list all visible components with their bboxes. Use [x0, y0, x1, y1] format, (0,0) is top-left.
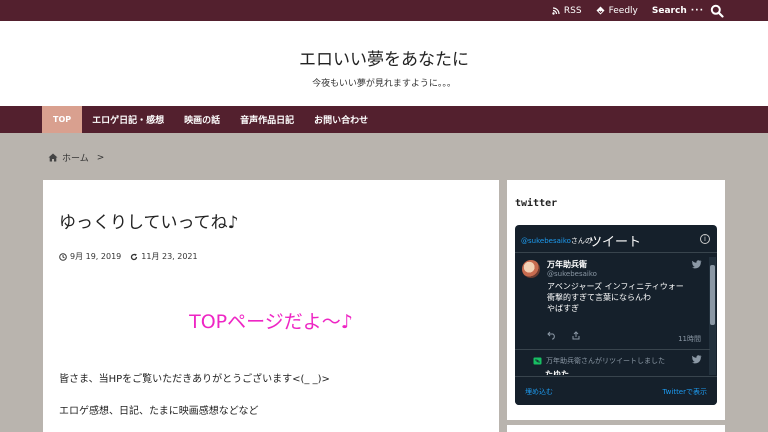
twitter-header: @sukebesaikoさんの ツイート i [515, 225, 717, 253]
reply-icon[interactable] [547, 331, 557, 340]
retweet-icon [533, 357, 542, 365]
embed-link[interactable]: 埋め込む [525, 387, 553, 397]
search-button[interactable] [710, 3, 724, 18]
nav-item-movies[interactable]: 映画の話 [174, 106, 230, 133]
updated-date-text: 11月 23, 2021 [141, 252, 198, 261]
tweet-time[interactable]: 11時間 [678, 334, 701, 344]
twitter-timeline[interactable]: @sukebesaikoさんの ツイート i 万年助兵衛 @sukebesaik… [515, 225, 717, 405]
breadcrumb-home[interactable]: ホーム [62, 151, 89, 164]
clock-icon [59, 252, 67, 261]
tweet-line-2: 衝撃的すぎて言葉にならんわ [547, 293, 651, 302]
timeline-scrollbar-thumb[interactable] [710, 265, 715, 325]
tweet-author-handle[interactable]: @sukebesaiko [547, 270, 597, 278]
rss-label: RSS [563, 5, 582, 16]
tweet-text: アベンジャーズ インフィニティウォー 衝撃的すぎて言葉にならんわ やばすぎ [547, 281, 697, 314]
next-tweet-author[interactable]: たゆた [545, 369, 569, 375]
published-date: 9月 19, 2019 [59, 251, 121, 262]
search-icon [710, 4, 724, 18]
site-tagline: 今夜もいい夢が見れますように。。。 [312, 79, 456, 89]
twitter-bird-icon[interactable] [692, 260, 702, 269]
home-icon [48, 153, 58, 162]
feedly-label: Feedly [608, 5, 638, 16]
twitter-header-handle[interactable]: @sukebesaikoさんの [521, 236, 592, 246]
tweet-actions [547, 331, 581, 340]
published-date-text: 9月 19, 2019 [70, 252, 122, 261]
main-nav: TOP エロゲ日記・感想 映画の話 音声作品日記 お問い合わせ [0, 106, 768, 133]
tweet-line-3: やばすぎ [547, 304, 579, 313]
search-label: Search [651, 5, 687, 16]
view-on-twitter-link[interactable]: Twitterで表示 [663, 387, 707, 397]
share-icon[interactable] [571, 331, 581, 340]
top-bar: RSS Feedly Search ··· [0, 0, 768, 21]
tweet-line-1: アベンジャーズ インフィニティウォー [547, 282, 684, 291]
info-icon[interactable]: i [700, 234, 710, 244]
sidebar-title: twitter [515, 198, 558, 209]
content-paragraph: エロゲ感想、日記、たまに映画感想などなど [59, 406, 259, 417]
feedly-icon [596, 6, 605, 15]
nav-item-audio[interactable]: 音声作品日記 [230, 106, 304, 133]
refresh-icon [131, 253, 138, 260]
top-bar-links: RSS Feedly Search ··· [552, 0, 704, 21]
twitter-footer: 埋め込む Twitterで表示 [515, 376, 717, 405]
sidebar-widget-2 [507, 425, 725, 432]
post-title: ゆっくりしていってね♪ [59, 213, 239, 233]
site-header: エロいい夢をあなたに 今夜もいい夢が見れますように。。。 [0, 21, 768, 106]
avatar[interactable] [522, 260, 540, 278]
rss-icon [552, 6, 560, 15]
site-title[interactable]: エロいい夢をあなたに [0, 45, 768, 70]
search-toggle[interactable]: Search ··· [652, 6, 704, 16]
nav-item-top[interactable]: TOP [42, 106, 83, 133]
tweet-author-name[interactable]: 万年助兵衛 [547, 259, 587, 270]
tweet-divider [515, 349, 710, 350]
rss-link[interactable]: RSS [552, 6, 582, 16]
main-content: ゆっくりしていってね♪ 9月 19, 2019 11月 23, 2021 TOP… [43, 180, 499, 432]
twitter-header-title: ツイート [589, 235, 642, 250]
nav-item-contact[interactable]: お問い合わせ [304, 106, 378, 133]
nav-item-eroge[interactable]: エロゲ日記・感想 [82, 106, 174, 133]
nav-list: TOP エロゲ日記・感想 映画の話 音声作品日記 お問い合わせ [42, 106, 378, 133]
breadcrumb: ホーム > [48, 151, 104, 164]
feedly-link[interactable]: Feedly [596, 6, 638, 16]
breadcrumb-separator: > [96, 152, 105, 163]
intro-paragraph: 皆さま、当HPをご覧いただきありがとうございます<(_ _)> [59, 374, 330, 385]
retweet-note: 万年助兵衛さんがリツイートしました [533, 356, 665, 366]
twitter-bird-icon-2[interactable] [692, 355, 702, 364]
sidebar-widget: twitter @sukebesaikoさんの ツイート i 万年助兵衛 @su… [507, 180, 725, 420]
search-dots: ··· [690, 5, 704, 16]
top-page-heading: TOPページだよ～♪ [189, 311, 353, 333]
updated-date: 11月 23, 2021 [130, 251, 198, 262]
post-meta: 9月 19, 2019 11月 23, 2021 [59, 251, 198, 262]
retweet-note-text: 万年助兵衛さんがリツイートしました [546, 357, 665, 365]
